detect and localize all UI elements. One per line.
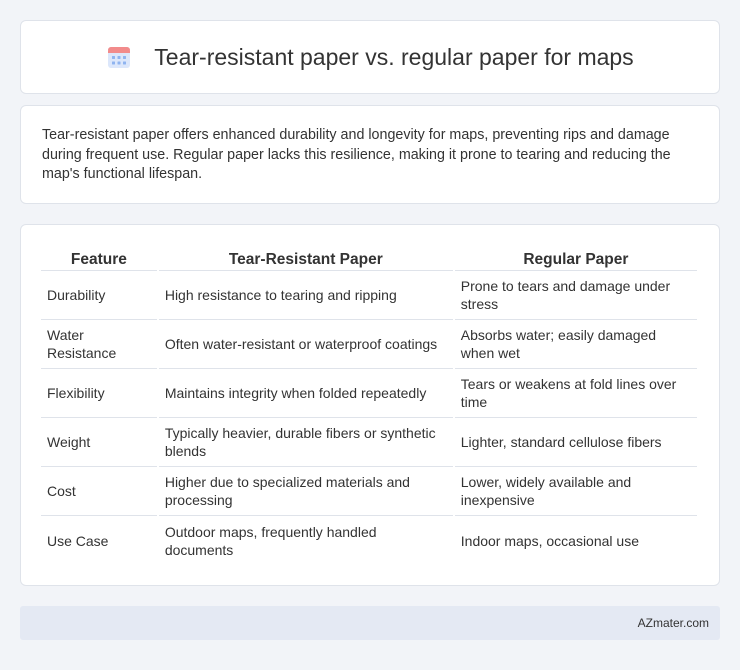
regular-cell: Indoor maps, occasional use xyxy=(460,532,639,549)
footer-brand[interactable]: AZmater.com xyxy=(638,616,709,630)
footer-bar: AZmater.com xyxy=(20,606,720,640)
summary-card: Tear-resistant paper offers enhanced dur… xyxy=(20,105,720,204)
feature-cell: Use Case xyxy=(47,532,109,549)
table-header-row: Feature Tear-Resistant Paper Regular Pap… xyxy=(41,245,697,271)
tear-resistant-cell: Outdoor maps, frequently handled documen… xyxy=(164,523,377,558)
regular-cell: Tears or weakens at fold lines over time xyxy=(454,369,697,418)
tear-resistant-cell: Often water-resistant or waterproof coat… xyxy=(158,320,453,369)
summary-text: Tear-resistant paper offers enhanced dur… xyxy=(42,127,671,182)
header-feature: Feature xyxy=(41,245,157,271)
table-row: Use Case Outdoor maps, frequently handle… xyxy=(41,516,697,565)
tear-resistant-cell: High resistance to tearing and ripping xyxy=(158,271,453,320)
regular-cell: Lower, widely available and inexpensive xyxy=(454,467,697,516)
feature-cell: Flexibility xyxy=(41,369,157,418)
feature-cell: Water Resistance xyxy=(41,320,157,369)
regular-cell: Lighter, standard cellulose fibers xyxy=(454,418,697,467)
table-row: Durability High resistance to tearing an… xyxy=(41,271,697,320)
regular-cell: Prone to tears and damage under stress xyxy=(454,271,697,320)
tear-resistant-cell: Higher due to specialized materials and … xyxy=(158,467,453,516)
header-tear-resistant: Tear-Resistant Paper xyxy=(158,245,453,271)
header-regular: Regular Paper xyxy=(454,245,697,271)
table-row: Flexibility Maintains integrity when fol… xyxy=(41,369,697,418)
title-card: Tear-resistant paper vs. regular paper f… xyxy=(20,20,720,94)
table-row: Weight Typically heavier, durable fibers… xyxy=(41,418,697,467)
feature-cell: Cost xyxy=(41,467,157,516)
feature-cell: Durability xyxy=(41,271,157,320)
table-row: Cost Higher due to specialized materials… xyxy=(41,467,697,516)
comparison-card: Feature Tear-Resistant Paper Regular Pap… xyxy=(20,224,720,586)
regular-cell: Absorbs water; easily damaged when wet xyxy=(454,320,697,369)
tear-resistant-cell: Typically heavier, durable fibers or syn… xyxy=(158,418,453,467)
table-row: Water Resistance Often water-resistant o… xyxy=(41,320,697,369)
comparison-table: Feature Tear-Resistant Paper Regular Pap… xyxy=(39,245,699,565)
feature-cell: Weight xyxy=(41,418,157,467)
tear-resistant-cell: Maintains integrity when folded repeated… xyxy=(158,369,453,418)
page-title: Tear-resistant paper vs. regular paper f… xyxy=(154,43,634,70)
calendar-icon xyxy=(108,47,131,68)
